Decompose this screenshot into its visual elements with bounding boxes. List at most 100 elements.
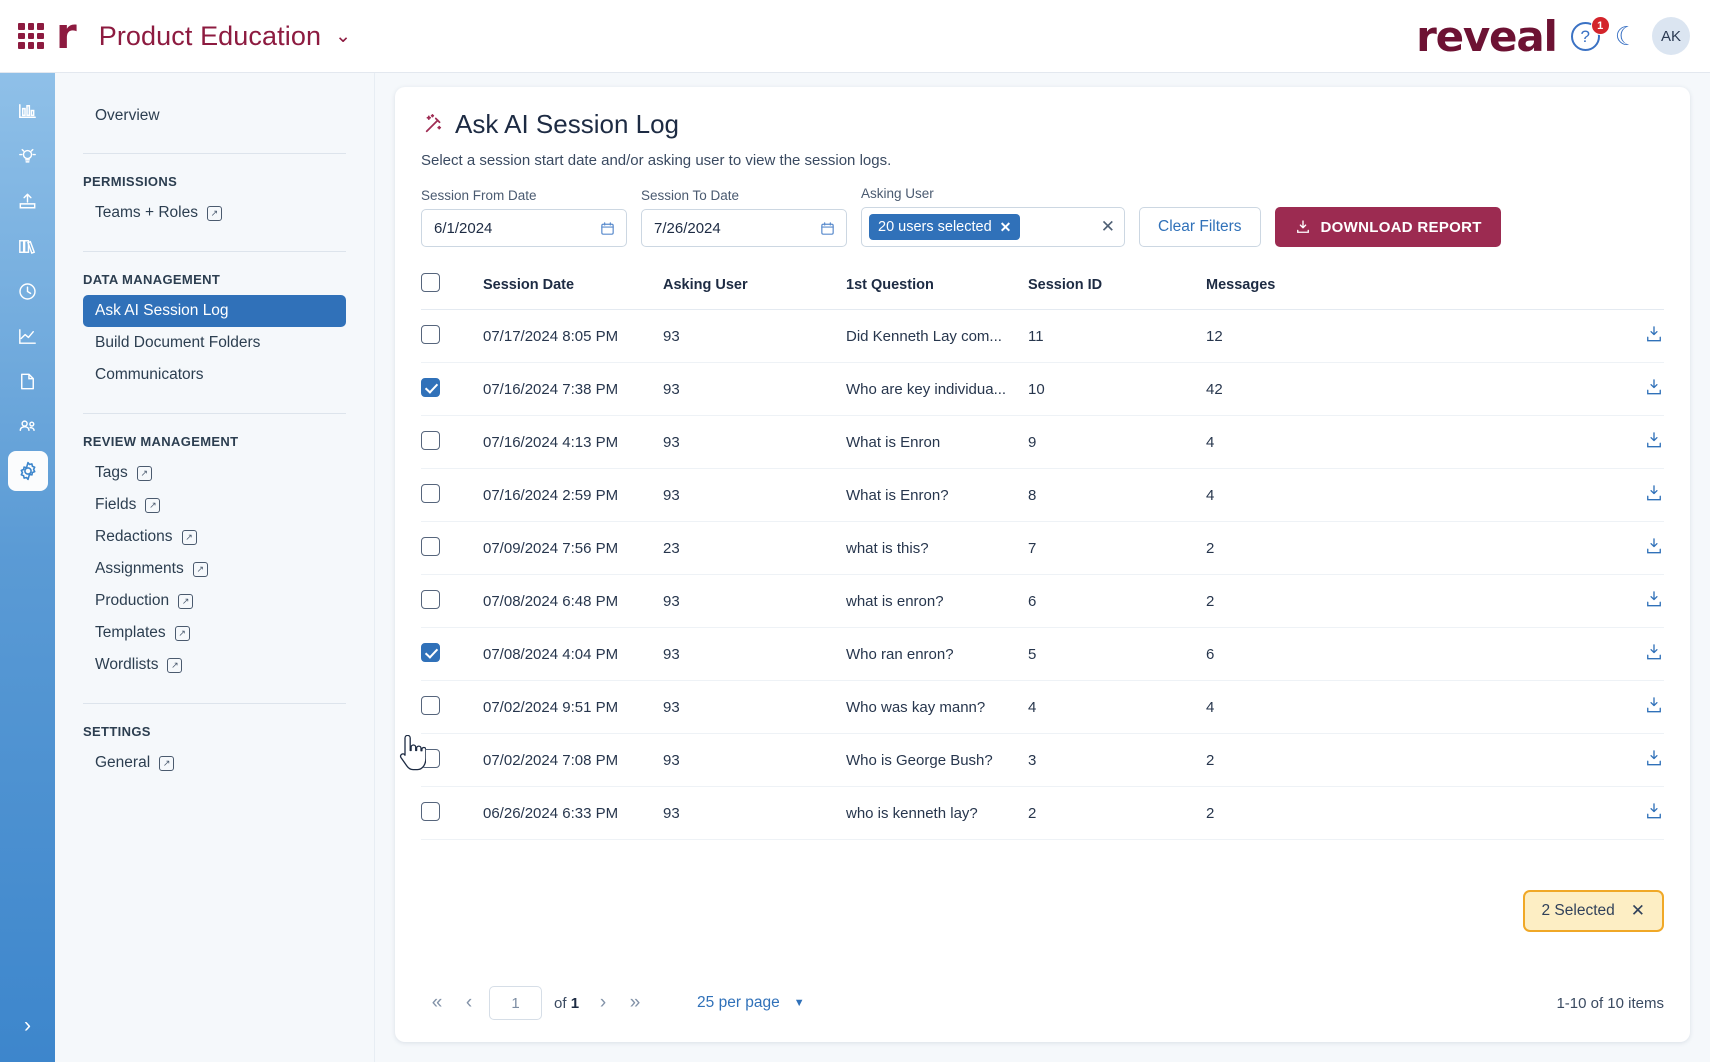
sidebar-item-fields[interactable]: Fields ↗ <box>83 489 346 521</box>
dark-mode-moon-icon[interactable]: ☾ <box>1615 23 1638 49</box>
sidebar-item-redactions[interactable]: Redactions ↗ <box>83 521 346 553</box>
row-select-checkbox[interactable] <box>421 377 440 397</box>
help-notification-badge: 1 <box>1590 16 1610 35</box>
row-select-checkbox[interactable] <box>421 801 440 821</box>
previous-page-icon[interactable]: ‹ <box>453 992 485 1014</box>
avatar[interactable]: AK <box>1652 17 1690 55</box>
selection-badge[interactable]: 2 Selected ✕ <box>1522 890 1664 932</box>
clear-filters-button[interactable]: Clear Filters <box>1139 207 1261 247</box>
users-icon[interactable] <box>8 406 48 446</box>
sidebar-item-teams-roles[interactable]: Teams + Roles ↗ <box>83 197 346 229</box>
row-select-checkbox[interactable] <box>421 536 440 556</box>
sidebar-inner: Overview PERMISSIONS Teams + Roles ↗ DAT… <box>55 101 374 779</box>
column-session-date[interactable]: Session Date <box>483 267 663 310</box>
row-select-checkbox[interactable] <box>421 483 440 503</box>
sidebar-item-assignments[interactable]: Assignments ↗ <box>83 553 346 585</box>
download-report-button[interactable]: DOWNLOAD REPORT <box>1274 207 1501 247</box>
table-row[interactable]: 06/26/2024 6:33 PM 93 who is kenneth lay? 2… <box>421 786 1664 840</box>
settings-icon[interactable] <box>7 451 48 491</box>
session-from-date-input[interactable]: 6/1/2024 <box>421 209 627 247</box>
row-download-icon[interactable] <box>1644 748 1664 772</box>
select-all-checkbox[interactable] <box>421 273 440 292</box>
column-first-question[interactable]: 1st Question <box>846 267 1028 310</box>
row-select-checkbox[interactable] <box>421 748 440 768</box>
column-messages[interactable]: Messages <box>1206 267 1604 310</box>
cell-asking-user: 93 <box>663 362 846 416</box>
table-row[interactable]: 07/09/2024 7:56 PM 23 what is this? 7 2 <box>421 521 1664 575</box>
row-select-checkbox[interactable] <box>421 589 440 609</box>
library-icon[interactable] <box>8 226 48 266</box>
table-row[interactable]: 07/08/2024 4:04 PM 93 Who ran enron? 5 6 <box>421 627 1664 681</box>
project-chevron-down-icon[interactable]: ⌄ <box>335 25 351 48</box>
calendar-icon[interactable] <box>599 220 616 237</box>
upload-icon[interactable] <box>8 181 48 221</box>
row-download-icon[interactable] <box>1644 589 1664 613</box>
row-download-icon[interactable] <box>1644 801 1664 825</box>
sidebar-item-label: Redactions <box>95 528 173 545</box>
row-download-icon[interactable] <box>1644 536 1664 560</box>
first-page-icon[interactable]: « <box>421 992 453 1014</box>
expand-rail-chevron-icon[interactable]: › <box>0 1014 55 1038</box>
sidebar-item-general[interactable]: General ↗ <box>83 747 346 779</box>
divider <box>83 153 346 154</box>
sidebar-item-tags[interactable]: Tags ↗ <box>83 457 346 489</box>
table-row[interactable]: 07/08/2024 6:48 PM 93 what is enron? 6 2 <box>421 574 1664 628</box>
cell-session-date: 07/16/2024 4:13 PM <box>483 415 663 469</box>
table-row[interactable]: 07/16/2024 7:38 PM 93 Who are key individu… <box>421 362 1664 416</box>
cell-download <box>1604 468 1664 522</box>
grid-apps-icon[interactable] <box>18 23 44 49</box>
table-row[interactable]: 07/16/2024 2:59 PM 93 What is Enron? 8 4 <box>421 468 1664 522</box>
session-to-date-input[interactable]: 7/26/2024 <box>641 209 847 247</box>
table-row[interactable]: 07/17/2024 8:05 PM 93 Did Kenneth Lay com.… <box>421 309 1664 363</box>
sidebar-item-overview[interactable]: Overview <box>83 101 346 131</box>
reveal-logo: reveal <box>1416 11 1558 61</box>
per-page-select[interactable]: 25 per page ▼ <box>697 994 805 1012</box>
documents-icon[interactable] <box>8 361 48 401</box>
cell-asking-user: 23 <box>663 521 846 575</box>
row-select-checkbox[interactable] <box>421 642 440 662</box>
row-select-checkbox[interactable] <box>421 695 440 715</box>
clear-selection-icon[interactable]: ✕ <box>1101 217 1115 237</box>
body: › Overview PERMISSIONS Teams + Roles ↗ D… <box>0 73 1710 1062</box>
asking-user-select[interactable]: 20 users selected ✕ ✕ <box>861 207 1125 247</box>
row-download-icon[interactable] <box>1644 430 1664 454</box>
row-download-icon[interactable] <box>1644 695 1664 719</box>
table-row[interactable]: 07/02/2024 7:08 PM 93 Who is George Bush? 3… <box>421 733 1664 787</box>
session-log-card: Ask AI Session Log Select a session star… <box>395 87 1690 1042</box>
sidebar-item-templates[interactable]: Templates ↗ <box>83 617 346 649</box>
cell-messages: 2 <box>1206 574 1604 628</box>
column-session-id[interactable]: Session ID <box>1028 267 1206 310</box>
row-download-icon[interactable] <box>1644 377 1664 401</box>
sidebar-item-ask-ai-session-log[interactable]: Ask AI Session Log <box>83 295 346 327</box>
sidebar: Overview PERMISSIONS Teams + Roles ↗ DAT… <box>55 73 375 1062</box>
row-download-icon[interactable] <box>1644 483 1664 507</box>
sidebar-item-wordlists[interactable]: Wordlists ↗ <box>83 649 346 681</box>
cell-session-id: 8 <box>1028 468 1206 522</box>
sidebar-item-communicators[interactable]: Communicators <box>83 359 346 391</box>
row-select-checkbox[interactable] <box>421 430 440 450</box>
row-select-checkbox[interactable] <box>421 324 440 344</box>
calendar-icon[interactable] <box>819 220 836 237</box>
row-download-icon[interactable] <box>1644 324 1664 348</box>
history-icon[interactable] <box>8 271 48 311</box>
sidebar-item-label: General <box>95 754 151 771</box>
selected-users-chip[interactable]: 20 users selected ✕ <box>869 214 1021 240</box>
sidebar-heading-data-management: DATA MANAGEMENT <box>83 272 221 287</box>
sidebar-item-production[interactable]: Production ↗ <box>83 585 346 617</box>
last-page-icon[interactable]: » <box>619 992 651 1014</box>
dashboard-icon[interactable] <box>8 91 48 131</box>
cell-download <box>1604 574 1664 628</box>
insights-icon[interactable] <box>8 136 48 176</box>
table-row[interactable]: 07/02/2024 9:51 PM 93 Who was kay mann? 4 4 <box>421 680 1664 734</box>
next-page-icon[interactable]: › <box>587 992 619 1014</box>
sidebar-item-build-document-folders[interactable]: Build Document Folders <box>83 327 346 359</box>
column-asking-user[interactable]: Asking User <box>663 267 846 310</box>
help-button[interactable]: ? 1 <box>1570 16 1610 54</box>
selection-badge-close-icon[interactable]: ✕ <box>1631 901 1645 921</box>
table-row[interactable]: 07/16/2024 4:13 PM 93 What is Enron 9 4 <box>421 415 1664 469</box>
page-number-input[interactable]: 1 <box>489 986 542 1020</box>
chip-close-icon[interactable]: ✕ <box>1000 219 1012 236</box>
analytics-icon[interactable] <box>8 316 48 356</box>
cell-messages: 2 <box>1206 521 1604 575</box>
row-download-icon[interactable] <box>1644 642 1664 666</box>
